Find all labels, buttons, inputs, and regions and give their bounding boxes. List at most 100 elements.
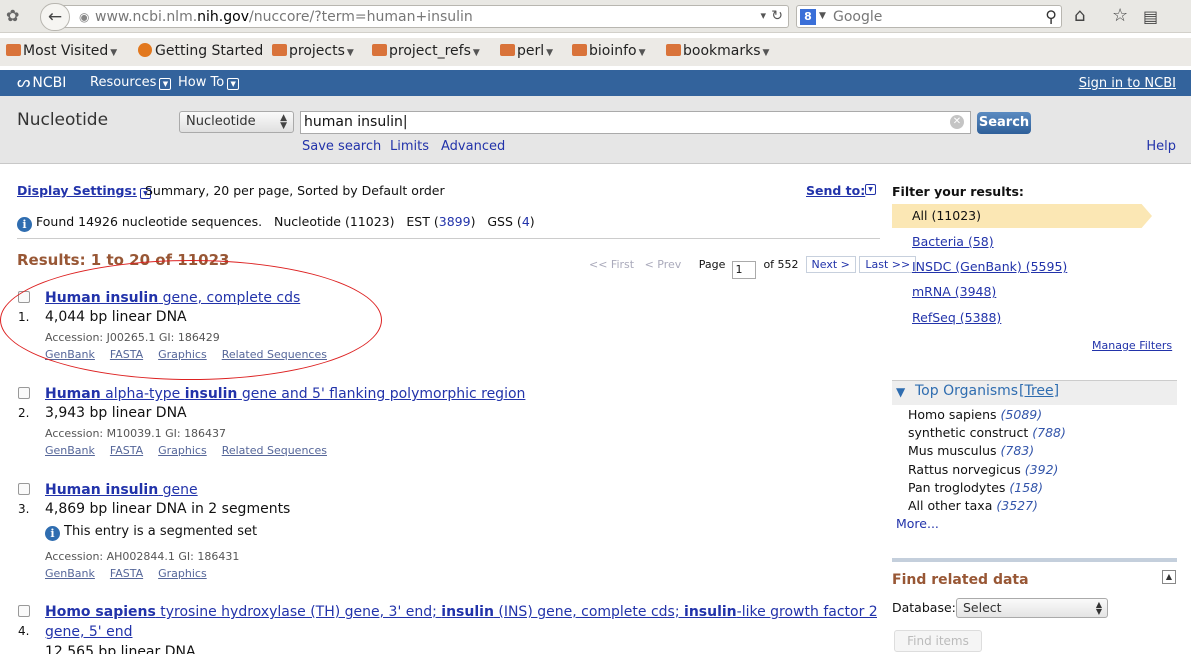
search-icon[interactable]: ⚲	[1045, 7, 1057, 26]
result-title-link[interactable]: Human alpha-type insulin gene and 5' fla…	[45, 384, 525, 404]
bookmark-perl[interactable]: perl ▼	[500, 43, 553, 59]
url-text[interactable]: www.ncbi.nlm.nih.gov/nuccore/?term=human…	[95, 9, 473, 25]
related-database-select[interactable]: Select ▲ ▼	[956, 598, 1108, 618]
database-title: Nucleotide	[17, 110, 109, 130]
ncbi-logo[interactable]: ᔕ NCBI	[17, 73, 66, 91]
genbank-link[interactable]: GenBank	[45, 567, 95, 580]
result-title-link[interactable]: Human insulin gene	[45, 480, 198, 500]
back-button[interactable]: ←	[40, 3, 70, 31]
find-related-panel: Find related data ▲ Database: Select ▲ ▼ F…	[892, 558, 1177, 654]
more-organisms-link[interactable]: More...	[896, 516, 939, 531]
display-settings-link[interactable]: Display Settings: ▼	[17, 183, 151, 199]
est-count-link[interactable]: 3899	[439, 214, 471, 229]
top-organisms-header[interactable]: ▼ Top Organisms [Tree]	[892, 381, 1177, 405]
result-links: GenBank FASTA Graphics Related Sequences	[45, 444, 342, 457]
result-number: 2.	[18, 406, 30, 420]
database-label: Database:	[892, 600, 956, 615]
bookmark-getting-started[interactable]: Getting Started	[138, 43, 263, 59]
result-checkbox[interactable]	[18, 605, 30, 617]
find-items-button[interactable]: Find items	[894, 630, 982, 652]
home-icon[interactable]: ⌂	[1074, 5, 1085, 26]
advanced-link[interactable]: Advanced	[441, 139, 505, 154]
chevron-down-icon[interactable]: ▼	[865, 184, 876, 195]
url-dropdown-icon[interactable]: ▾	[760, 9, 766, 22]
signin-link[interactable]: Sign in to NCBI	[1079, 76, 1176, 91]
filter-mrna[interactable]: mRNA (3948)	[892, 280, 1152, 304]
result-checkbox[interactable]	[18, 387, 30, 399]
next-page-button[interactable]: Next >	[805, 256, 856, 273]
howto-menu[interactable]: How To ▼	[178, 75, 240, 90]
search-engine-dropdown-icon[interactable]: ▼	[819, 11, 826, 21]
ncbi-logo-icon: ᔕ	[17, 73, 31, 91]
search-button[interactable]: Search	[977, 112, 1031, 134]
browser-search-field[interactable]: 8 ▼ Google ⚲	[796, 5, 1062, 28]
bookmarks-menu-icon[interactable]: ▤	[1143, 7, 1158, 26]
organism-item[interactable]: Mus musculus (783)	[908, 443, 1034, 458]
result-item: 3. Human insulin gene 4,869 bp linear DN…	[17, 480, 877, 585]
fasta-link[interactable]: FASTA	[110, 444, 143, 457]
database-select[interactable]: Nucleotide ▲ ▼	[179, 111, 294, 133]
help-link[interactable]: Help	[1146, 139, 1176, 154]
filter-insdc[interactable]: INSDC (GenBank) (5595)	[892, 255, 1152, 279]
url-bar[interactable]: ◉ www.ncbi.nlm.nih.gov/nuccore/?term=hum…	[62, 5, 789, 28]
search-input[interactable]: human insulin|	[300, 111, 971, 134]
manage-filters-link[interactable]: Manage Filters	[1092, 339, 1172, 352]
chevron-down-icon: ▼	[227, 78, 240, 90]
bookmark-projects[interactable]: projects ▼	[272, 43, 354, 59]
tree-link[interactable]: [Tree]	[1019, 383, 1059, 399]
bookmark-project-refs[interactable]: project_refs ▼	[372, 43, 480, 59]
result-description: 4,869 bp linear DNA in 2 segments	[45, 501, 291, 517]
bookmark-bioinfo[interactable]: bioinfo ▼	[572, 43, 646, 59]
prev-page-link[interactable]: < Prev	[645, 258, 682, 271]
graphics-link[interactable]: Graphics	[158, 444, 207, 457]
result-accession: Accession: AH002844.1 GI: 186431	[45, 550, 240, 563]
first-page-link[interactable]: << First	[589, 258, 634, 271]
resources-menu[interactable]: Resources ▼	[90, 75, 172, 90]
organism-item[interactable]: Rattus norvegicus (392)	[908, 462, 1058, 477]
filter-refseq[interactable]: RefSeq (5388)	[892, 306, 1152, 330]
folder-icon	[500, 44, 515, 56]
folder-icon	[272, 44, 287, 56]
filter-bacteria[interactable]: Bacteria (58)	[892, 230, 1152, 254]
limits-link[interactable]: Limits	[390, 139, 429, 154]
page-label: Page	[698, 258, 726, 271]
genbank-link[interactable]: GenBank	[45, 444, 95, 457]
organism-item[interactable]: Homo sapiens (5089)	[908, 407, 1042, 422]
result-checkbox[interactable]	[18, 483, 30, 495]
filter-all[interactable]: All (11023)	[892, 204, 1152, 228]
page-input[interactable]: 1	[732, 261, 757, 279]
firefox-icon	[138, 43, 152, 57]
chevron-down-icon: ▼	[159, 78, 172, 90]
result-description: 12,565 bp linear DNA	[45, 644, 196, 654]
reload-icon[interactable]: ↻	[771, 8, 783, 24]
result-links: GenBank FASTA Graphics	[45, 567, 222, 580]
organism-item[interactable]: All other taxa (3527)	[908, 498, 1038, 513]
select-arrows-icon: ▲ ▼	[1095, 600, 1102, 616]
save-search-link[interactable]: Save search	[302, 139, 381, 154]
collapse-triangle-icon[interactable]: ▼	[896, 385, 905, 399]
nucleotide-count: Nucleotide (11023)	[274, 214, 395, 229]
top-organisms-title: Top Organisms	[915, 383, 1019, 399]
organism-item[interactable]: synthetic construct (788)	[908, 425, 1066, 440]
bookmark-bookmarks[interactable]: bookmarks ▼	[666, 43, 769, 59]
find-related-title: Find related data	[892, 572, 1029, 588]
graphics-link[interactable]: Graphics	[158, 567, 207, 580]
result-title-link[interactable]: Homo sapiens tyrosine hydroxylase (TH) g…	[45, 602, 877, 642]
info-icon: i	[45, 526, 60, 541]
paw-menu-icon[interactable]: ✿	[6, 6, 19, 25]
clear-icon[interactable]: ✕	[950, 115, 964, 129]
result-item: 2. Human alpha-type insulin gene and 5' …	[17, 384, 877, 464]
send-to-link[interactable]: Send to:	[806, 183, 865, 198]
select-arrows-icon: ▲ ▼	[280, 113, 287, 131]
bookmark-most-visited[interactable]: Most Visited ▼	[6, 43, 117, 59]
fasta-link[interactable]: FASTA	[110, 567, 143, 580]
folder-icon	[666, 44, 681, 56]
divider	[17, 238, 880, 239]
organism-item[interactable]: Pan troglodytes (158)	[908, 480, 1043, 495]
collapse-icon[interactable]: ▲	[1162, 570, 1176, 584]
globe-icon: ◉	[79, 10, 90, 24]
display-summary: Summary, 20 per page, Sorted by Default …	[145, 183, 445, 198]
gss-count-link[interactable]: 4	[522, 214, 530, 229]
bookmark-star-icon[interactable]: ☆	[1112, 5, 1128, 26]
related-sequences-link[interactable]: Related Sequences	[222, 444, 327, 457]
